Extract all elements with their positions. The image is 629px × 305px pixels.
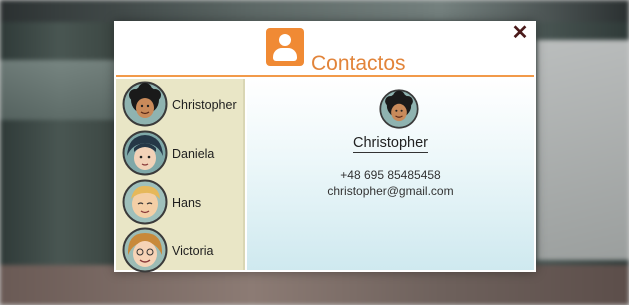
contact-detail-panel: Christopher +48 695 85485458 christopher… xyxy=(247,79,534,270)
contact-name: Victoria xyxy=(172,244,214,258)
background-panel xyxy=(537,40,629,260)
avatar-daniela-icon xyxy=(122,130,168,176)
selected-contact-email: christopher@gmail.com xyxy=(327,184,454,198)
contact-item-hans[interactable]: Hans xyxy=(122,179,244,225)
contact-name: Hans xyxy=(172,196,202,210)
avatar-victoria-icon xyxy=(122,227,168,273)
contact-name: Daniela xyxy=(172,147,215,161)
dialog-header: Contactos ✕ xyxy=(116,22,534,77)
contact-item-victoria[interactable]: Victoria xyxy=(122,227,244,273)
contact-name: Christopher xyxy=(172,98,237,112)
contacts-person-icon xyxy=(266,28,304,66)
contact-item-daniela[interactable]: Daniela xyxy=(122,130,244,176)
selected-contact-name-text: Christopher xyxy=(353,135,428,153)
close-button[interactable]: ✕ xyxy=(511,22,529,44)
selected-contact-name: Christopher xyxy=(247,135,534,153)
avatar-hans-icon xyxy=(122,179,168,225)
selected-contact-phone: +48 695 85485458 xyxy=(340,168,441,182)
background-window xyxy=(0,60,120,120)
dialog-title: Contactos xyxy=(311,52,406,75)
contact-item-christopher[interactable]: Christopher xyxy=(122,81,244,127)
background-shelf xyxy=(0,0,629,22)
contacts-dialog: Contactos ✕ Christopher Daniela Hans Vic… xyxy=(114,21,536,273)
avatar-christopher-icon xyxy=(122,81,168,127)
contacts-list: Christopher Daniela Hans Victoria xyxy=(116,79,245,273)
avatar-christopher-icon xyxy=(379,89,419,129)
